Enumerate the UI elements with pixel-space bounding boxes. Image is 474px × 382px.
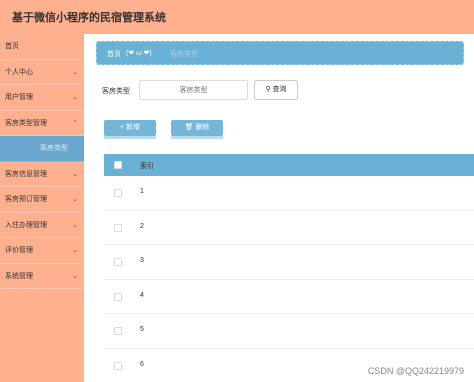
chevron-up-icon: ⌃ [72, 119, 78, 127]
row-checkbox[interactable] [114, 189, 122, 197]
chevron-down-icon: ⌄ [72, 221, 78, 229]
search-label: 客房类型 [102, 88, 130, 95]
chevron-down-icon: ⌄ [72, 94, 78, 101]
sidebar-item-label: 系统管理 [5, 272, 33, 280]
sidebar-item-label: 客房预订管理 [5, 196, 47, 203]
sidebar-item-checkin-management[interactable]: 入住办理管理 ⌄ [0, 213, 84, 238]
sidebar-item-label: 用户管理 [5, 94, 33, 101]
add-button[interactable]: + 新增 [104, 120, 156, 139]
row-checkbox[interactable] [114, 327, 122, 335]
table-header: 索引 [104, 154, 474, 176]
select-all-checkbox[interactable] [114, 161, 122, 169]
sidebar-item-label: 评价管理 [5, 247, 33, 254]
table-row[interactable]: 2 [104, 211, 474, 245]
search-button-label: 查询 [272, 86, 287, 93]
sidebar-item-label: 客房类型管理 [5, 119, 47, 127]
row-index: 1 [140, 188, 144, 195]
top-bar: 基于微信小程序的民宿管理系统 [0, 0, 474, 34]
sidebar-item-label: 首页 [5, 43, 19, 50]
table-row[interactable]: 4 [104, 280, 474, 314]
column-header-index: 索引 [140, 163, 154, 170]
chevron-down-icon: ⌄ [72, 196, 78, 203]
sidebar-item-personal-center[interactable]: 个人中心 ⌄ [0, 60, 84, 85]
delete-button[interactable]: 🗑 删除 [171, 120, 223, 139]
sidebar-item-home[interactable]: 首页 [0, 34, 84, 60]
breadcrumb-current: 客房类型 [170, 51, 198, 58]
sidebar-item-booking-management[interactable]: 客房预订管理 ⌄ [0, 187, 84, 213]
row-checkbox[interactable] [114, 258, 122, 266]
row-index: 4 [140, 291, 144, 299]
row-checkbox[interactable] [114, 223, 122, 232]
sidebar-item-system-management[interactable]: 系统管理 ⌄ [0, 264, 84, 289]
chevron-down-icon: ⌄ [72, 170, 78, 178]
sidebar-subitem-room-type[interactable]: 客房类型 [0, 136, 84, 162]
row-index: 3 [140, 257, 144, 264]
sidebar-item-user-management[interactable]: 用户管理 ⌄ [0, 85, 84, 111]
watermark: CSDN @QQ242219979 [367, 366, 464, 376]
breadcrumb: 首页 (❤ ω ❤) 客房类型 [96, 41, 464, 65]
data-table: 索引 1 2 3 4 5 6 [104, 154, 474, 382]
chevron-down-icon: ⌄ [72, 247, 78, 254]
table-row[interactable]: 5 [104, 314, 474, 349]
breadcrumb-emoticon: (❤ ω ❤) [126, 50, 152, 57]
sidebar-item-label: 入住办理管理 [5, 221, 47, 229]
sidebar: 首页 个人中心 ⌄ 用户管理 ⌄ 客房类型管理 ⌃ 客房类型 客房信息管理 ⌄ … [0, 34, 84, 382]
sidebar-item-label: 客房信息管理 [5, 170, 47, 178]
row-index: 2 [140, 222, 144, 230]
row-checkbox[interactable] [114, 292, 122, 301]
sidebar-item-review-management[interactable]: 评价管理 ⌄ [0, 238, 84, 264]
search-icon: ⚲ [265, 86, 271, 93]
app-title: 基于微信小程序的民宿管理系统 [12, 12, 166, 24]
main-content: 首页 (❤ ω ❤) 客房类型 客房类型 ⚲ 查询 + 新增 🗑 删除 索引 1… [84, 34, 474, 382]
table-row[interactable]: 1 [104, 176, 474, 211]
table-row[interactable]: 3 [104, 245, 474, 280]
sidebar-item-label: 个人中心 [5, 68, 33, 76]
search-button[interactable]: ⚲ 查询 [254, 80, 298, 100]
sidebar-item-room-info-management[interactable]: 客房信息管理 ⌄ [0, 162, 84, 187]
chevron-down-icon: ⌄ [72, 68, 78, 76]
row-index: 5 [140, 326, 144, 333]
search-input[interactable] [139, 80, 248, 100]
sidebar-item-label: 客房类型 [40, 145, 68, 152]
sidebar-item-room-type-management[interactable]: 客房类型管理 ⌃ [0, 111, 84, 136]
row-index: 6 [140, 360, 144, 368]
chevron-down-icon: ⌄ [72, 272, 78, 280]
breadcrumb-home[interactable]: 首页 [107, 49, 121, 59]
row-checkbox[interactable] [114, 361, 122, 370]
